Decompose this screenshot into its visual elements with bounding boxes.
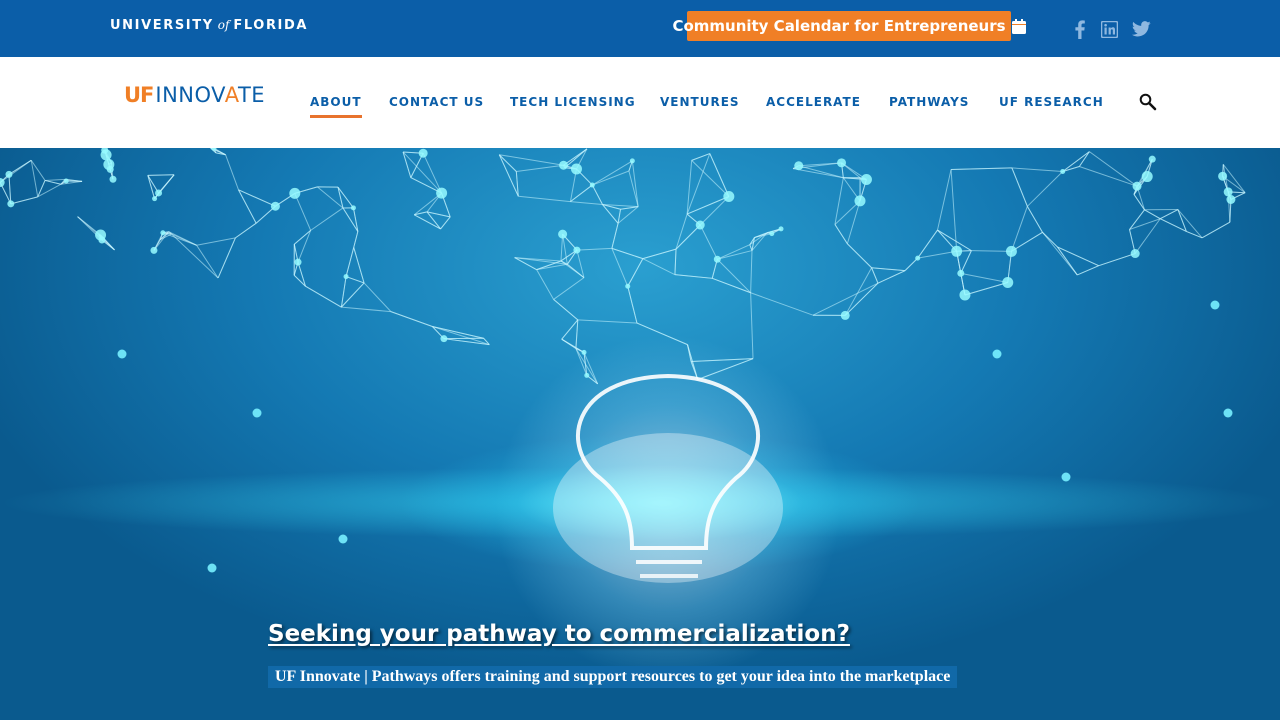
- nav-contact-us[interactable]: CONTACT US: [389, 95, 484, 109]
- nav-uf-research[interactable]: UF RESEARCH: [999, 95, 1104, 109]
- nav-pathways[interactable]: PATHWAYS: [889, 95, 969, 109]
- community-calendar-button[interactable]: Community Calendar for Entrepreneurs: [672, 11, 1026, 41]
- wordmark-florida: FLORIDA: [233, 18, 309, 33]
- logo-te: TE: [237, 83, 266, 107]
- logo-a: A: [224, 83, 238, 107]
- calendar-icon: [1011, 18, 1026, 34]
- logo-uf: UF: [124, 83, 154, 107]
- twitter-icon[interactable]: [1131, 19, 1151, 39]
- facebook-icon[interactable]: [1073, 19, 1087, 39]
- university-of-florida-logo[interactable]: UNIVERSITY of FLORIDA: [110, 18, 308, 33]
- hero-title[interactable]: Seeking your pathway to commercializatio…: [268, 621, 850, 647]
- hero-banner: Seeking your pathway to commercializatio…: [0, 148, 1280, 720]
- lightbulb-icon: [553, 373, 783, 583]
- nav-accelerate[interactable]: ACCELERATE: [766, 95, 861, 109]
- nav-tech-licensing[interactable]: TECH LICENSING: [510, 95, 636, 109]
- calendar-button-label: Community Calendar for Entrepreneurs: [672, 17, 1006, 35]
- top-bar: UNIVERSITY of FLORIDA Community Calendar f…: [0, 0, 1280, 57]
- main-navigation-bar: UF INNOVATE ABOUT CONTACT US TECH LICENSI…: [0, 57, 1280, 148]
- hero-subtitle: UF Innovate | Pathways offers training a…: [268, 666, 958, 688]
- logo-innovate: INNOVATE: [155, 83, 265, 107]
- wordmark-of: of: [217, 18, 230, 32]
- logo-innov: INNOV: [155, 83, 225, 107]
- search-icon[interactable]: [1139, 93, 1157, 111]
- nav-about[interactable]: ABOUT: [310, 95, 362, 118]
- wordmark-university: UNIVERSITY: [110, 18, 214, 33]
- nav-ventures[interactable]: VENTURES: [660, 95, 740, 109]
- linkedin-icon[interactable]: [1100, 19, 1118, 39]
- uf-innovate-logo[interactable]: UF INNOVATE: [124, 83, 265, 107]
